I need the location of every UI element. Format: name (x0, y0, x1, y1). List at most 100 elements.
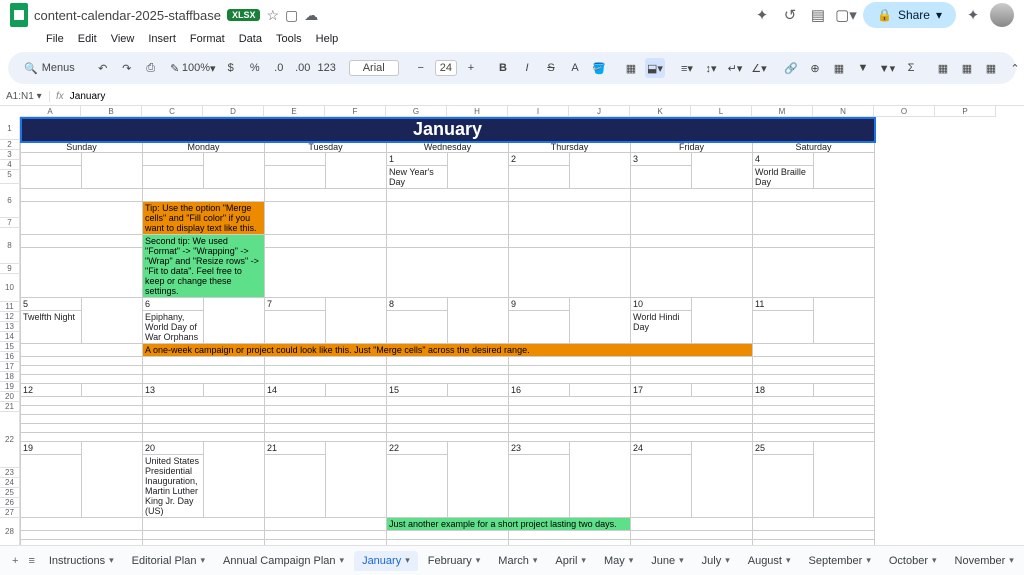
comment-icon[interactable]: ⊕ (805, 58, 825, 78)
undo-icon[interactable]: ↶ (93, 58, 113, 78)
account-avatar[interactable] (990, 3, 1014, 27)
currency-icon[interactable]: $ (221, 58, 241, 78)
document-title[interactable]: content-calendar-2025-staffbase (34, 8, 221, 23)
share-button[interactable]: 🔒 Share ▾ (863, 2, 956, 28)
strike-icon[interactable]: S (541, 58, 561, 78)
fill-color-icon[interactable]: 🪣 (589, 58, 609, 78)
sheets-logo-icon[interactable] (10, 3, 28, 27)
text-color-icon[interactable]: A (565, 58, 585, 78)
tab-july[interactable]: July▾ (694, 551, 738, 571)
tab-september[interactable]: September▾ (801, 551, 879, 571)
tables-icon[interactable]: ▦ (933, 58, 953, 78)
tab-january[interactable]: January▾ (354, 551, 418, 571)
h-align-icon[interactable]: ≡▾ (677, 58, 697, 78)
insert2-icon[interactable]: ▦ (981, 58, 1001, 78)
dow-thursday: Thursday (509, 142, 631, 153)
menu-tools[interactable]: Tools (270, 31, 308, 47)
redo-icon[interactable]: ↷ (117, 58, 137, 78)
tab-february[interactable]: February▾ (420, 551, 489, 571)
more-formats-icon[interactable]: 123 (317, 58, 337, 78)
sheet-tabs: + ≡ Instructions▾ Editorial Plan▾ Annual… (0, 545, 1024, 575)
column-headers[interactable]: A B C D E F G H I J K L M N O P (20, 106, 1024, 117)
decrease-font-icon[interactable]: − (411, 58, 431, 78)
sparkle-icon[interactable]: ✦ (962, 4, 984, 26)
day-5: 5 (21, 298, 82, 311)
rotate-icon[interactable]: ∠▾ (749, 58, 769, 78)
bold-icon[interactable]: B (493, 58, 513, 78)
month-banner[interactable]: January (21, 118, 875, 142)
insert-icon[interactable]: ▦ (957, 58, 977, 78)
wrap-icon[interactable]: ↵▾ (725, 58, 745, 78)
menu-edit[interactable]: Edit (72, 31, 103, 47)
day-1: 1 (387, 153, 448, 166)
tab-annual[interactable]: Annual Campaign Plan▾ (215, 551, 352, 571)
italic-icon[interactable]: I (517, 58, 537, 78)
tab-may[interactable]: May▾ (596, 551, 641, 571)
menus-search[interactable]: 🔍 Menus (18, 60, 81, 77)
day-13: 13 (143, 384, 204, 397)
functions-icon[interactable]: Σ (901, 58, 921, 78)
history-icon[interactable]: ↺ (779, 4, 801, 26)
menu-insert[interactable]: Insert (142, 31, 182, 47)
day-3: 3 (631, 153, 692, 166)
day-14: 14 (265, 384, 326, 397)
v-align-icon[interactable]: ↕▾ (701, 58, 721, 78)
font-select[interactable]: Arial (349, 60, 399, 76)
formula-input[interactable]: January (70, 91, 106, 102)
tab-november[interactable]: November▾ (947, 551, 1022, 571)
spreadsheet-grid[interactable]: A B C D E F G H I J K L M N O P 1 2 3 4 … (0, 106, 1024, 566)
menu-help[interactable]: Help (310, 31, 345, 47)
print-icon[interactable]: ⎙ (141, 58, 161, 78)
tab-april[interactable]: April▾ (547, 551, 594, 571)
dow-saturday: Saturday (753, 142, 875, 153)
day-21: 21 (265, 442, 326, 455)
tab-instructions[interactable]: Instructions▾ (41, 551, 122, 571)
collapse-toolbar-icon[interactable]: ⌃ (1005, 58, 1024, 78)
comments-icon[interactable]: ▤ (807, 4, 829, 26)
day-25: 25 (753, 442, 814, 455)
all-sheets-icon[interactable]: ≡ (24, 551, 38, 571)
menu-format[interactable]: Format (184, 31, 231, 47)
link-icon[interactable]: 🔗 (781, 58, 801, 78)
day-7: 7 (265, 298, 326, 311)
dow-tuesday: Tuesday (265, 142, 387, 153)
event-new-year: New Year's Day (387, 166, 448, 189)
row-headers[interactable]: 1 2 3 4 5 6 7 8 9 10 11 12 13 14 15 16 1… (0, 117, 20, 566)
short-project-bar: Just another example for a short project… (387, 518, 631, 531)
gemini-icon[interactable]: ✦ (751, 4, 773, 26)
menu-file[interactable]: File (40, 31, 70, 47)
menu-view[interactable]: View (105, 31, 141, 47)
merge-icon[interactable]: ⬓▾ (645, 58, 665, 78)
tab-june[interactable]: June▾ (643, 551, 691, 571)
percent-icon[interactable]: % (245, 58, 265, 78)
file-format-badge: XLSX (227, 9, 261, 21)
chart-icon[interactable]: ▦ (829, 58, 849, 78)
decrease-decimal-icon[interactable]: .0 (269, 58, 289, 78)
star-icon[interactable]: ☆ (266, 7, 279, 24)
add-sheet-icon[interactable]: + (8, 551, 22, 571)
meet-icon[interactable]: ▢▾ (835, 4, 857, 26)
tab-march[interactable]: March▾ (490, 551, 545, 571)
filter-views-icon[interactable]: ▼▾ (877, 58, 897, 78)
name-box[interactable]: A1:N1 ▾ (0, 91, 50, 102)
menu-data[interactable]: Data (233, 31, 268, 47)
day-8: 8 (387, 298, 448, 311)
increase-decimal-icon[interactable]: .00 (293, 58, 313, 78)
day-22: 22 (387, 442, 448, 455)
menu-bar: File Edit View Insert Format Data Tools … (0, 30, 1024, 48)
zoom-select[interactable]: 100% ▾ (189, 58, 209, 78)
cloud-status-icon[interactable]: ☁ (304, 7, 318, 24)
campaign-bar: A one-week campaign or project could loo… (143, 344, 753, 357)
tab-editorial[interactable]: Editorial Plan▾ (124, 551, 213, 571)
calendar-table[interactable]: January Sunday Monday Tuesday Wednesday … (20, 117, 875, 566)
filter-icon[interactable]: ▼ (853, 58, 873, 78)
tab-august[interactable]: August▾ (740, 551, 799, 571)
search-icon: 🔍 (24, 62, 38, 75)
dow-wednesday: Wednesday (387, 142, 509, 153)
move-icon[interactable]: ▢ (285, 7, 298, 24)
increase-font-icon[interactable]: + (461, 58, 481, 78)
tab-october[interactable]: October▾ (881, 551, 945, 571)
font-size-input[interactable]: 24 (435, 60, 457, 76)
borders-icon[interactable]: ▦ (621, 58, 641, 78)
event-twelfth: Twelfth Night (21, 311, 82, 344)
